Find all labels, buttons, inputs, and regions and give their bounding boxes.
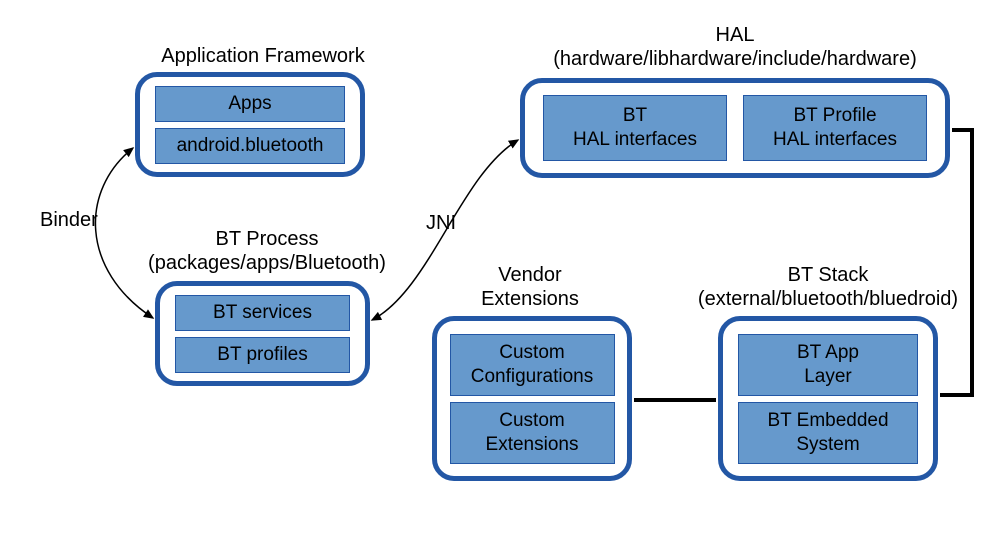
vendor-module: Custom Configurations Custom Extensions	[432, 316, 632, 481]
android-bluetooth-cell: android.bluetooth	[155, 128, 345, 164]
hal-title-line1: HAL	[716, 24, 755, 46]
hal-module: BT HAL interfaces BT Profile HAL interface…	[520, 78, 950, 178]
hal-title: HAL (hardware/libhardware/include/hardwa…	[520, 23, 950, 71]
bt-profile-hal-l1: BT Profile	[793, 105, 876, 126]
binder-label: Binder	[40, 209, 98, 232]
bt-app-layer-l2: Layer	[804, 366, 852, 387]
custom-config-cell: Custom Configurations	[450, 334, 615, 396]
custom-ext-cell: Custom Extensions	[450, 402, 615, 464]
apps-cell: Apps	[155, 86, 345, 122]
bt-stack-title-line2: (external/bluetooth/bluedroid)	[698, 288, 958, 310]
custom-config-l2: Configurations	[471, 366, 594, 387]
custom-ext-l2: Extensions	[486, 434, 579, 455]
bt-stack-title: BT Stack (external/bluetooth/bluedroid)	[688, 263, 968, 311]
bt-process-module: BT services BT profiles	[155, 281, 370, 386]
bt-profile-hal-l2: HAL interfaces	[773, 129, 897, 150]
jni-label: JNI	[426, 212, 456, 235]
hal-title-line2: (hardware/libhardware/include/hardware)	[553, 48, 917, 70]
bt-embedded-cell: BT Embedded System	[738, 402, 918, 464]
bt-app-layer-cell: BT App Layer	[738, 334, 918, 396]
vendor-title: Vendor Extensions	[440, 263, 620, 311]
custom-config-l1: Custom	[499, 342, 564, 363]
bt-process-title-line2: (packages/apps/Bluetooth)	[148, 252, 386, 274]
architecture-diagram: Application Framework Apps android.bluet…	[0, 0, 987, 533]
bt-profile-hal-interfaces-cell: BT Profile HAL interfaces	[743, 95, 927, 161]
app-framework-module: Apps android.bluetooth	[135, 72, 365, 177]
bt-hal-interfaces-cell: BT HAL interfaces	[543, 95, 727, 161]
bt-services-cell: BT services	[175, 295, 350, 331]
bt-process-title: BT Process (packages/apps/Bluetooth)	[127, 227, 407, 275]
bt-app-layer-l1: BT App	[797, 342, 859, 363]
vendor-title-line1: Vendor	[498, 264, 561, 286]
bt-process-title-line1: BT Process	[216, 228, 319, 250]
bt-embedded-l2: System	[796, 434, 859, 455]
bt-stack-module: BT App Layer BT Embedded System	[718, 316, 938, 481]
bt-embedded-l1: BT Embedded	[767, 410, 888, 431]
app-framework-title: Application Framework	[133, 44, 393, 68]
bt-hal-l2: HAL interfaces	[573, 129, 697, 150]
custom-ext-l1: Custom	[499, 410, 564, 431]
vendor-title-line2: Extensions	[481, 288, 579, 310]
bt-profiles-cell: BT profiles	[175, 337, 350, 373]
bt-hal-l1: BT	[623, 105, 647, 126]
bt-stack-title-line1: BT Stack	[788, 264, 869, 286]
